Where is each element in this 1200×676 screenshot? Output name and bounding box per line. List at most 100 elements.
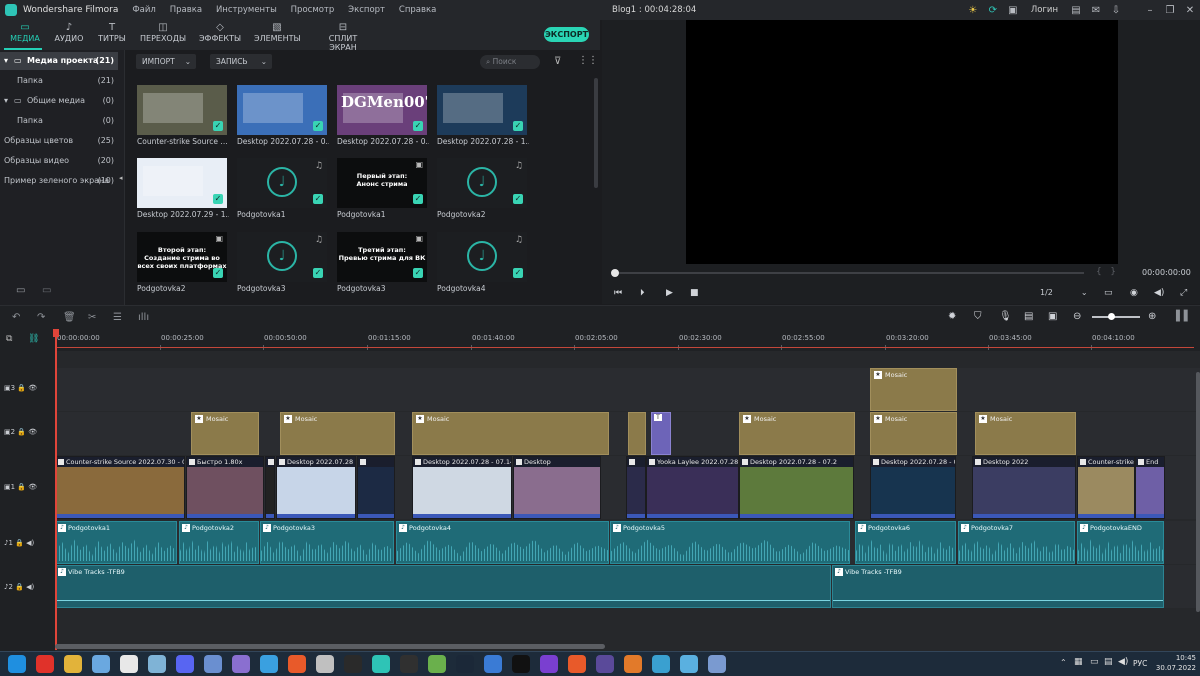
lock-icon[interactable]: 🔒 [17,483,26,491]
taskbar-app-icon[interactable] [596,655,614,673]
media-thumbnail[interactable]: ✓ [237,85,327,135]
taskbar-app-icon[interactable] [316,655,334,673]
mosaic-clip[interactable]: ★ Mosaic [191,412,259,455]
lock-icon[interactable]: 🔒 [17,384,26,392]
menu-help[interactable]: Справка [399,5,436,15]
taskbar-document-icon[interactable] [120,655,138,673]
voiceover-icon[interactable]: ▤ [1024,311,1033,322]
speaker-icon[interactable]: ◀) [26,539,34,547]
audio-clip[interactable]: ♪ Podgotovka4 [396,521,609,564]
taskbar-app-icon[interactable] [680,655,698,673]
video-clip[interactable]: Yooka Laylee 2022.07.28 - 0 [646,456,739,519]
mosaic-clip[interactable]: ★ Mosaic [739,412,855,455]
sidebar-item-video-samples[interactable]: Образцы видео (20) [0,152,118,170]
add-track-icon[interactable]: ⧉ [6,334,12,344]
menu-edit[interactable]: Правка [170,5,202,15]
taskbar-epic-games-icon[interactable] [512,655,530,673]
media-thumbnail[interactable]: Первый этап: Анонс стрима ▣ ✓ [337,158,427,208]
tab-media[interactable]: ▭ МЕДИА [8,22,42,43]
menu-view[interactable]: Просмотр [291,5,335,15]
video-clip[interactable]: Desktop 2022.07.28 - 07.2 [739,456,854,519]
video-clip[interactable]: Desktop 2022.07.28 [276,456,356,519]
music-clip[interactable]: ♪ Vibe Tracks -TFB9 [55,565,831,608]
record-dropdown[interactable]: ЗАПИСЬ ⌄ [210,54,272,69]
video-clip[interactable]: Desktop 2022 [972,456,1076,519]
preview-quality-select[interactable]: 1/2 ⌄ [1040,288,1088,297]
audio-clip[interactable]: ♪ Podgotovka5 [610,521,850,564]
media-thumbnail[interactable]: ✓ [137,158,227,208]
tab-audio[interactable]: ♪ АУДИО [52,22,86,43]
sidebar-item-folder[interactable]: Папка (21) [0,72,118,90]
sidebar-item-shared-media[interactable]: ▾ ▭ Общие медиа (0) [0,92,118,110]
collapse-sidebar-icon[interactable]: ◂ [119,174,123,182]
taskbar-clock[interactable]: 10:45 30.07.2022 [1156,653,1196,673]
zoom-in-icon[interactable]: ⊕ [1148,311,1156,322]
media-thumbnail[interactable]: ✓ [437,85,527,135]
taskbar-app-icon[interactable] [204,655,222,673]
eye-icon[interactable]: 👁 [28,384,37,392]
export-button[interactable]: ЭКСПОРТ [544,27,589,42]
undo-icon[interactable]: ↶ [12,312,20,323]
taskbar-yandex-browser-icon[interactable] [36,655,54,673]
zoom-slider[interactable] [1092,316,1140,318]
tab-titles[interactable]: T ТИТРЫ [96,22,128,43]
microphone-icon[interactable]: 🎙 [999,311,1012,322]
language-indicator[interactable]: РУС [1133,659,1147,668]
network-icon[interactable]: ▤ [1104,657,1113,667]
mosaic-clip[interactable]: ★ Mosaic [870,412,957,455]
subtitle-icon[interactable]: ▣ [1048,311,1057,322]
media-thumbnail[interactable]: ♩ ♫ ✓ [237,158,327,208]
tab-effects[interactable]: ◇ ЭФФЕКТЫ [198,22,242,43]
audio-clip[interactable]: ♪ Podgotovka2 [179,521,259,564]
sidebar-item-green-screen[interactable]: Пример зеленого экрана (10) [0,172,118,190]
video-clip[interactable]: End [1135,456,1165,519]
taskbar-file-explorer-icon[interactable] [64,655,82,673]
audio-wave-icon[interactable]: ıllı [138,312,149,323]
menu-tools[interactable]: Инструменты [216,5,277,15]
mosaic-clip[interactable]: ★ Mosaic [412,412,609,455]
media-thumbnail[interactable]: Третий этап: Превью стрима для ВК ▣ ✓ [337,232,427,282]
menu-file[interactable]: Файл [132,5,155,15]
mosaic-clip[interactable]: ★ Mosaic [280,412,395,455]
audio-clip[interactable]: ♪ Podgotovka7 [958,521,1075,564]
panel-toggle-icon[interactable]: ▌▌ [1176,311,1191,322]
scrubber-handle[interactable] [611,269,619,277]
video-clip[interactable]: Быстро 1.80x [186,456,264,519]
video-clip[interactable]: Desktop [513,456,601,519]
video-clip[interactable]: Counter-strike [1077,456,1135,519]
taskbar-notepad-icon[interactable] [92,655,110,673]
taskbar-app-icon[interactable] [540,655,558,673]
media-thumbnail[interactable]: DGMen007 ✓ [337,85,427,135]
sidebar-item-color-samples[interactable]: Образцы цветов (25) [0,132,118,150]
link-icon[interactable]: ⛓ [28,334,39,344]
sidebar-item-project-media[interactable]: ▾ ▭ Медиа проекта (21) [0,52,118,70]
audio-clip[interactable]: ♪ Podgotovka3 [260,521,394,564]
bulb-icon[interactable]: ☀ [963,5,983,16]
title-clip[interactable]: T [651,412,671,455]
taskbar-discord-icon[interactable] [176,655,194,673]
tray-chevron-icon[interactable]: ⌃ [1060,658,1067,667]
mosaic-clip[interactable]: ★ Mosaic [975,412,1076,455]
zoom-slider-handle[interactable] [1108,313,1115,320]
tray-app-icon[interactable]: ▦ [1074,657,1083,667]
taskbar-app-icon[interactable] [148,655,166,673]
delete-icon[interactable]: 🗑 [63,312,76,323]
audio-clip[interactable]: ♪ PodgotovkaEND [1077,521,1164,564]
eye-icon[interactable]: 👁 [28,483,37,491]
title-clip[interactable] [628,412,646,455]
maximize-icon[interactable]: ❐ [1160,5,1180,16]
tab-split-screen[interactable]: ⊟ СПЛИТ ЭКРАН [314,22,372,52]
lock-icon[interactable]: 🔒 [15,583,24,591]
music-clip[interactable]: ♪ Vibe Tracks -TFB9 [832,565,1164,608]
battery-icon[interactable]: ▭ [1090,657,1099,667]
audio-clip[interactable]: ♪ Podgotovka6 [855,521,956,564]
display-icon[interactable]: ▭ [1104,288,1113,298]
taskbar-app-icon[interactable] [568,655,586,673]
marker-icon[interactable]: ⛉ [974,311,982,322]
lock-icon[interactable]: 🔒 [17,428,26,436]
playhead[interactable] [55,330,57,650]
media-thumbnail[interactable]: ♩ ♫ ✓ [437,232,527,282]
mark-in-out-icon[interactable]: { } [1096,267,1116,277]
media-thumbnail[interactable]: Второй этап: Создание стрима во всех сво… [137,232,227,282]
fullscreen-icon[interactable]: ⤢ [1180,288,1187,298]
